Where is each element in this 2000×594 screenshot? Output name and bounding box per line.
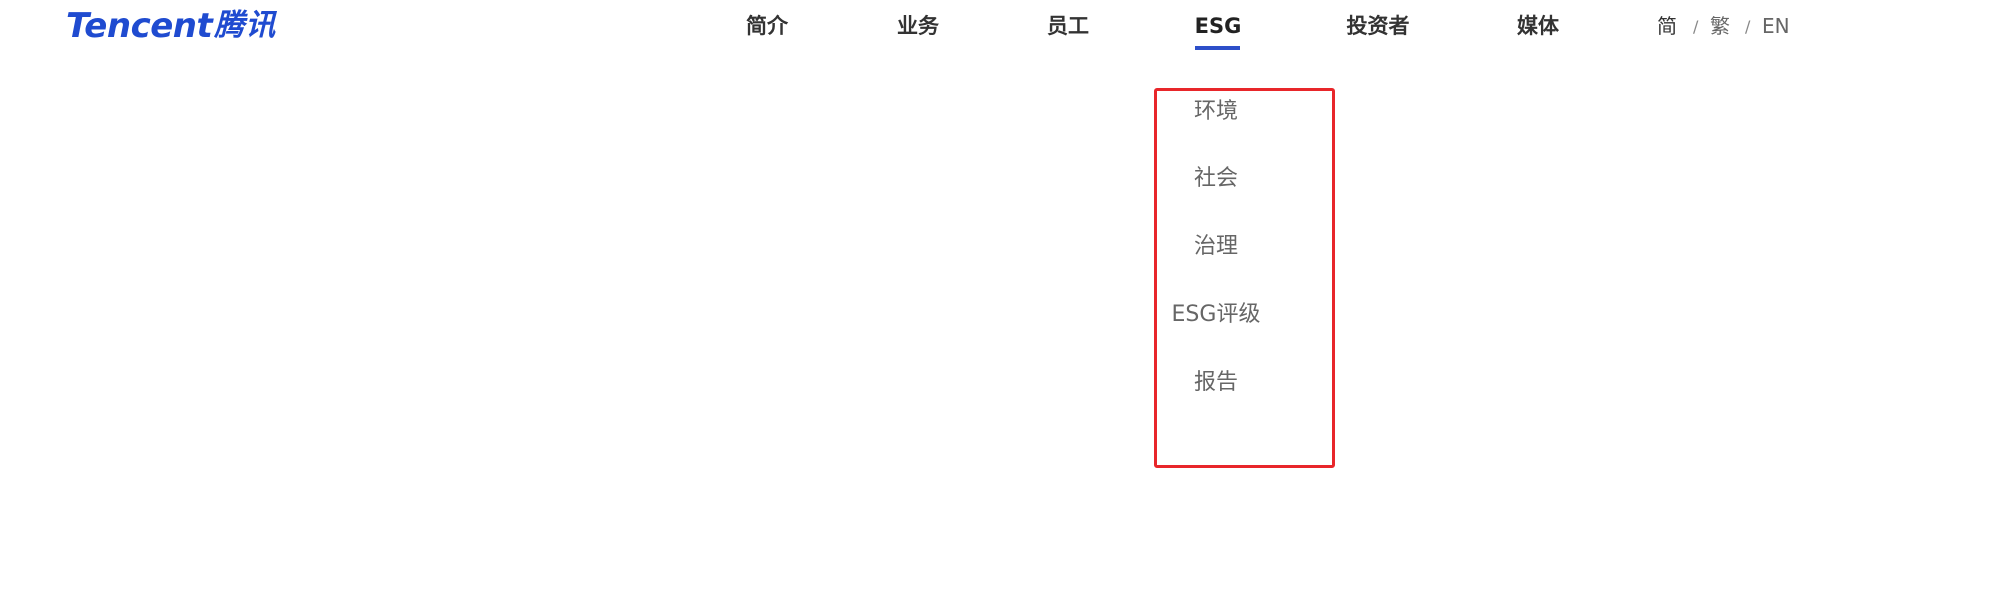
- nav-item-employees[interactable]: 员工: [1044, 8, 1092, 44]
- lang-english[interactable]: EN: [1762, 8, 1790, 44]
- lang-separator: /: [1693, 17, 1699, 36]
- nav-active-underline: [1195, 46, 1240, 50]
- nav-item-investors[interactable]: 投资者: [1342, 8, 1414, 44]
- dropdown-highlight-box: [1154, 88, 1335, 468]
- page: Tencent 腾讯 简介 业务 员工 ESG 投资者 媒体 简 / 繁 / E…: [0, 0, 2000, 594]
- dropdown-item-social[interactable]: 社会: [1150, 162, 1282, 196]
- dropdown-item-reports[interactable]: 报告: [1150, 366, 1282, 400]
- lang-separator: /: [1745, 17, 1751, 36]
- nav-item-business[interactable]: 业务: [894, 8, 942, 44]
- dropdown-item-governance[interactable]: 治理: [1150, 230, 1282, 264]
- dropdown-item-esg-rating[interactable]: ESG评级: [1150, 298, 1282, 332]
- lang-simplified[interactable]: 简: [1657, 8, 1677, 44]
- lang-traditional[interactable]: 繁: [1710, 8, 1730, 44]
- nav-item-intro[interactable]: 简介: [745, 8, 789, 44]
- nav-item-esg[interactable]: ESG: [1193, 8, 1243, 44]
- logo-wordmark: Tencent: [66, 6, 213, 46]
- logo-chinese: 腾讯: [214, 8, 277, 43]
- nav-item-media[interactable]: 媒体: [1514, 8, 1562, 44]
- dropdown-item-environment[interactable]: 环境: [1150, 95, 1282, 129]
- tencent-logo[interactable]: Tencent 腾讯: [66, 6, 276, 46]
